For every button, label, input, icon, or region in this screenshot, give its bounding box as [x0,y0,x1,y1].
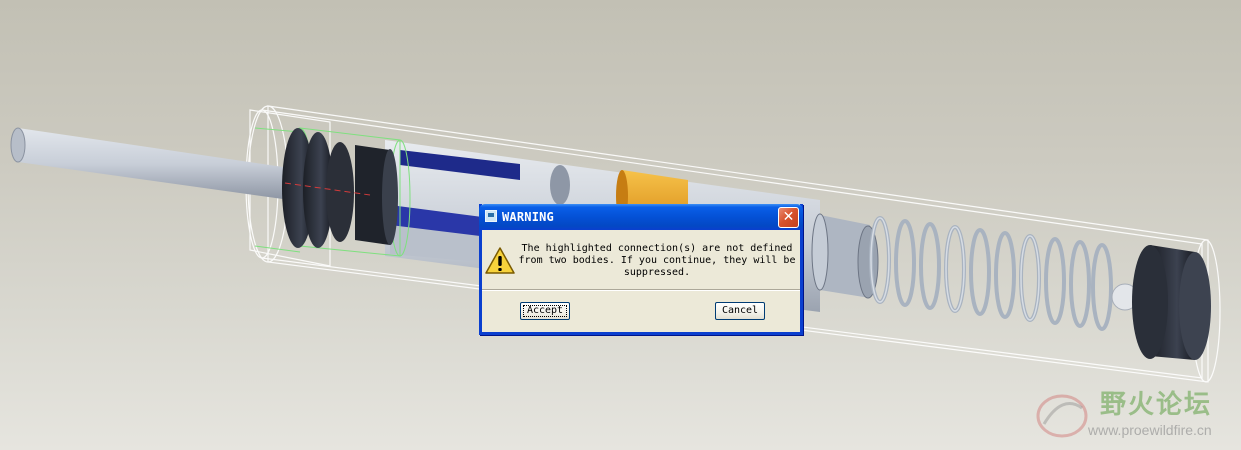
dialog-titlebar[interactable]: WARNING ✕ [479,204,803,230]
dialog-separator [482,289,800,291]
spring-seat [811,213,879,299]
window-icon [485,210,497,222]
accept-button[interactable]: Accept [520,302,570,320]
seal-rings [282,128,398,248]
coil-spring [869,216,1113,331]
dialog-title: WARNING [502,210,554,224]
warning-triangle-icon [485,247,515,274]
watermark-site-name: 野火论坛 [1100,390,1213,420]
watermark-logo-icon [1036,394,1088,438]
piston-rod [10,127,290,200]
end-cap [1132,245,1211,360]
watermark-url: www.proewildfire.cn [1088,422,1212,438]
cancel-button[interactable]: Cancel [715,302,765,320]
close-button[interactable]: ✕ [778,207,799,228]
warning-dialog: WARNING ✕ The highlighted connection(s) … [479,204,803,335]
site-watermark: 野火论坛 www.proewildfire.cn [1028,382,1238,446]
dialog-message: The highlighted connection(s) are not de… [518,243,796,278]
